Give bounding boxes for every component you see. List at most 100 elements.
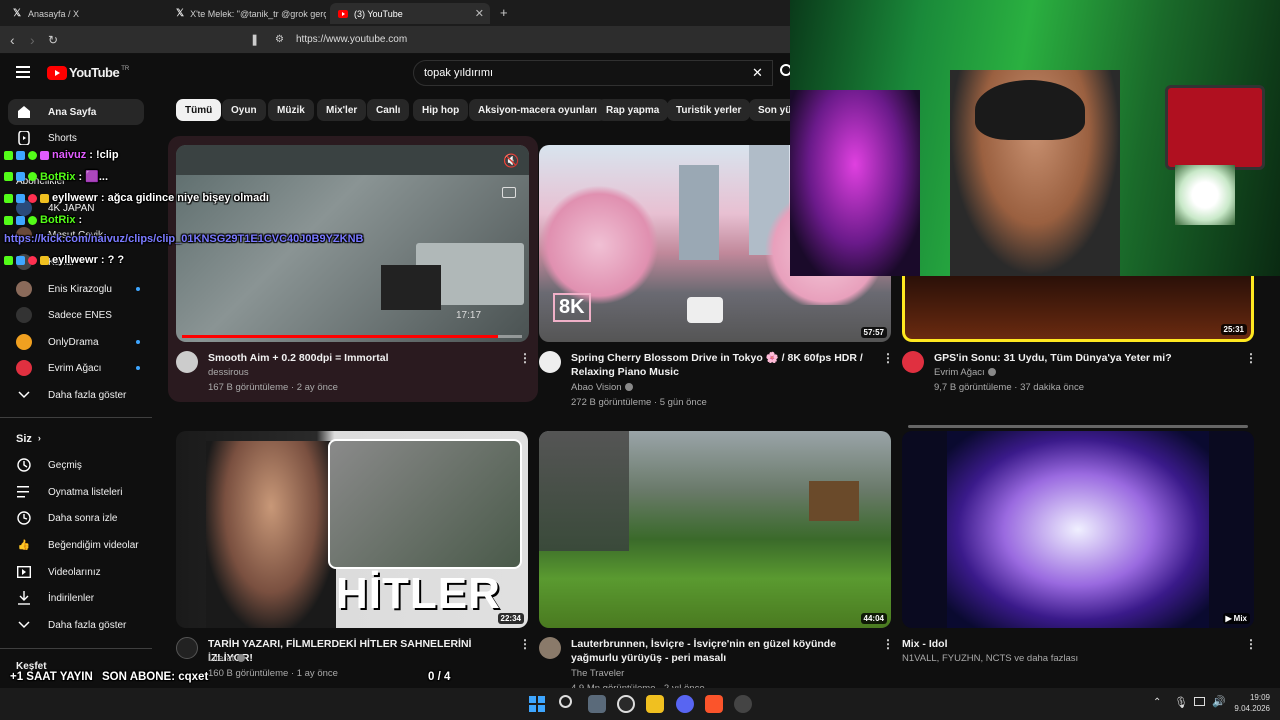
more-vert-icon[interactable]: ⋮ xyxy=(519,351,531,365)
sidebar-sub-evrim[interactable]: Evrim Ağacı xyxy=(8,355,144,381)
video-title[interactable]: Smooth Aim + 0.2 800dpi = Immortal xyxy=(208,351,508,365)
app-icon[interactable] xyxy=(646,695,664,713)
tab-x-post[interactable]: 𝕏 X'te Melek: "@tanik_tr @grok gerçek xyxy=(168,3,326,24)
video-title[interactable]: Mix - Idol xyxy=(902,637,1232,651)
channel-avatar[interactable] xyxy=(176,351,198,373)
discord-icon[interactable] xyxy=(676,695,694,713)
video-title[interactable]: GPS'in Sonu: 31 Uydu, Tüm Dünya'ya Yeter… xyxy=(934,351,1234,365)
avatar xyxy=(16,360,32,376)
back-icon[interactable]: ‹ xyxy=(10,32,15,48)
sidebar-sub-onlydrama[interactable]: OnlyDrama xyxy=(8,329,144,355)
microphone-icon[interactable]: 🎙 xyxy=(1174,696,1188,709)
url-text[interactable]: https://www.youtube.com xyxy=(296,34,407,45)
tab-x-home[interactable]: 𝕏 Anasayfa / X xyxy=(4,3,164,24)
mute-icon[interactable]: 🔇 xyxy=(503,153,519,169)
sidebar-show-more[interactable]: Daha fazla göster xyxy=(8,382,144,408)
chip-live[interactable]: Canlı xyxy=(367,99,410,121)
sidebar-item-label: Ana Sayfa xyxy=(48,106,97,118)
channel-avatar[interactable] xyxy=(539,637,561,659)
more-vert-icon[interactable]: ⋮ xyxy=(1245,637,1257,651)
bookmark-icon[interactable]: ❚ xyxy=(250,33,259,46)
you-header[interactable]: Siz › xyxy=(16,433,41,445)
search-input[interactable]: topak yıldırımı xyxy=(424,67,493,79)
windows-start-icon[interactable] xyxy=(529,696,545,717)
channel-avatar[interactable] xyxy=(176,637,198,659)
sidebar-item-home[interactable]: Ana Sayfa xyxy=(8,99,144,125)
youtube-logo[interactable]: YouTube TR xyxy=(47,65,129,80)
chip-gaming[interactable]: Oyun xyxy=(222,99,266,121)
video-title[interactable]: TARİH YAZARI, FİLMLERDEKİ HİTLER SAHNELE… xyxy=(208,637,508,665)
kick-badge-icon xyxy=(4,215,13,225)
car-shape xyxy=(687,297,723,323)
last-subscriber-label: SON ABONE: cqxet xyxy=(102,671,209,683)
sidebar-item-playlists[interactable]: Oynatma listeleri xyxy=(8,479,144,505)
chatgpt-icon[interactable] xyxy=(617,695,635,713)
chip-hiphop[interactable]: Hip hop xyxy=(413,99,469,121)
task-view-icon[interactable] xyxy=(588,695,606,713)
streamer-hair xyxy=(975,80,1085,140)
chip-action-games[interactable]: Aksiyon-macera oyunları xyxy=(469,99,606,121)
brave-icon[interactable] xyxy=(705,695,723,713)
menu-icon[interactable] xyxy=(16,65,30,83)
sidebar-item-watch-later[interactable]: Daha sonra izle xyxy=(8,505,144,531)
more-vert-icon[interactable]: ⋮ xyxy=(882,351,894,365)
chip-tourist[interactable]: Turistik yerler xyxy=(667,99,751,121)
sidebar-item-history[interactable]: Geçmiş xyxy=(8,452,144,478)
chevron-up-icon[interactable]: ⌃ xyxy=(1153,697,1161,708)
channel-name[interactable]: Abao Vision xyxy=(571,381,633,395)
captions-icon[interactable] xyxy=(502,187,516,198)
reload-icon[interactable]: ↻ xyxy=(48,33,58,47)
sidebar-sub-enis[interactable]: Enis Kirazoglu xyxy=(8,276,144,302)
video-thumbnail-5[interactable]: 44:04 xyxy=(539,431,891,628)
channel-avatar[interactable] xyxy=(539,351,561,373)
volume-icon[interactable]: 🔊 xyxy=(1212,695,1226,708)
sidebar-sub-sadece-enes[interactable]: Sadece ENES xyxy=(8,302,144,328)
tab-label: X'te Melek: "@tanik_tr @grok gerçek xyxy=(190,8,326,19)
search-box[interactable]: topak yıldırımı ✕ xyxy=(413,60,773,86)
tab-youtube[interactable]: (3) YouTube ✕ xyxy=(330,3,490,24)
chip-music[interactable]: Müzik xyxy=(268,99,314,121)
sidebar-item-downloads[interactable]: İndirilenler xyxy=(8,585,144,611)
more-vert-icon[interactable]: ⋮ xyxy=(1245,351,1257,365)
channel-avatar[interactable] xyxy=(902,351,924,373)
channel-name[interactable]: The Traveler xyxy=(571,667,624,681)
new-tab-button[interactable]: + xyxy=(500,5,508,20)
sidebar-item-shorts[interactable]: Shorts xyxy=(8,125,144,151)
clock-time[interactable]: 19:09 xyxy=(1240,693,1270,702)
channel-name[interactable]: Literat xyxy=(208,652,246,666)
network-icon[interactable] xyxy=(1194,697,1205,706)
forward-icon[interactable]: › xyxy=(30,32,35,48)
clear-search-icon[interactable]: ✕ xyxy=(752,65,763,81)
scrub-bar[interactable] xyxy=(182,335,522,338)
more-vert-icon[interactable]: ⋮ xyxy=(519,637,531,651)
sidebar-item-label: Beğendiğim videolar xyxy=(48,539,139,551)
video-thumbnail-3[interactable]: 25:31 xyxy=(902,276,1254,342)
close-tab-icon[interactable]: ✕ xyxy=(475,7,484,20)
obs-icon[interactable] xyxy=(734,695,752,713)
site-settings-icon[interactable]: ⚙ xyxy=(275,34,284,45)
search-taskbar-icon[interactable] xyxy=(559,695,572,708)
chalet-shape xyxy=(809,481,859,521)
chat-username: BotRix xyxy=(40,170,76,183)
channel-name[interactable]: dessirous xyxy=(208,366,249,380)
windows-taskbar: ⌃ 🎙 🔊 19:09 9.04.2026 xyxy=(0,688,1280,720)
video-title[interactable]: Spring Cherry Blossom Drive in Tokyo 🌸 /… xyxy=(571,351,871,379)
sidebar-show-more-2[interactable]: Daha fazla göster xyxy=(8,612,144,638)
video-thumbnail-6[interactable]: ▶ Mix xyxy=(902,431,1254,628)
mix-artists: N1VALL, FYUZHN, NCTS ve daha fazlası xyxy=(902,653,1079,664)
verified-badge-icon xyxy=(28,172,37,181)
channel-name[interactable]: Evrim Ağacı xyxy=(934,366,996,380)
chip-rap[interactable]: Rap yapma xyxy=(597,99,669,121)
sub-badge-icon xyxy=(40,193,49,203)
chip-mixes[interactable]: Mix'ler xyxy=(317,99,367,121)
clock-date[interactable]: 9.04.2026 xyxy=(1228,704,1270,713)
mod-badge-icon xyxy=(16,255,25,265)
video-title[interactable]: Lauterbrunnen, İsviçre - İsviçre'nin en … xyxy=(571,637,871,665)
sidebar-item-liked[interactable]: 👍 Beğendiğim videolar xyxy=(8,532,144,558)
more-vert-icon[interactable]: ⋮ xyxy=(882,637,894,651)
kick-badge-icon xyxy=(4,255,13,265)
chat-clip-link[interactable]: https://kick.com/naivuz/clips/clip_01KNS… xyxy=(4,233,363,245)
chip-all[interactable]: Tümü xyxy=(176,99,222,121)
sidebar-item-your-videos[interactable]: Videolarınız xyxy=(8,559,144,585)
video-thumbnail-4[interactable]: HİTLER 22:34 xyxy=(176,431,528,628)
